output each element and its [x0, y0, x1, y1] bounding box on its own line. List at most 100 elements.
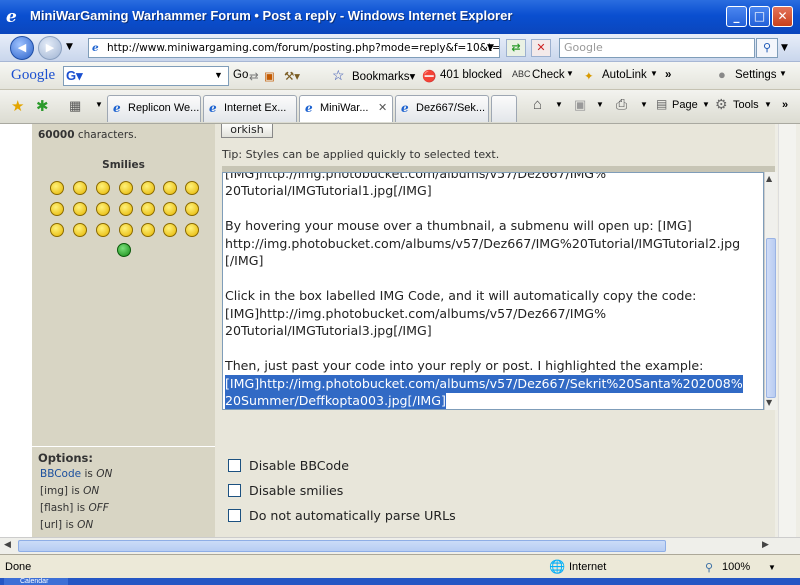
- commandbar-overflow-icon[interactable]: »: [782, 99, 788, 111]
- page-menu[interactable]: Page: [672, 99, 698, 111]
- feeds-dropdown-icon[interactable]: ▼: [596, 100, 604, 109]
- smiley-icon[interactable]: [119, 181, 133, 195]
- address-bar[interactable]: e http://www.miniwargaming.com/forum/pos…: [88, 38, 500, 58]
- option-is-word: is: [76, 502, 86, 514]
- smiley-icon[interactable]: [185, 181, 199, 195]
- maximize-button[interactable]: □: [749, 6, 770, 27]
- editor-scroll-thumb[interactable]: [766, 238, 776, 398]
- smiley-icon[interactable]: [185, 202, 199, 216]
- smiley-icon[interactable]: [163, 181, 177, 195]
- window-title: MiniWarGaming Warhammer Forum • Post a r…: [30, 8, 513, 23]
- message-textarea[interactable]: [IMG]http://img.photobucket.com/albums/v…: [222, 172, 764, 410]
- add-favorites-icon[interactable]: ✱: [36, 97, 49, 115]
- bookmarks-button[interactable]: Bookmarks▾: [352, 69, 415, 83]
- scroll-right-icon[interactable]: ▶: [762, 540, 769, 550]
- quick-tabs-icon[interactable]: ▦: [69, 98, 81, 114]
- taskbar-item-calendar[interactable]: Calendar: [4, 578, 68, 585]
- tools-menu[interactable]: Tools: [733, 99, 759, 111]
- new-tab-button[interactable]: [491, 95, 517, 122]
- smiley-icon[interactable]: [163, 223, 177, 237]
- font-button[interactable]: orkish: [221, 124, 273, 138]
- page-dropdown-icon[interactable]: ▼: [702, 100, 710, 109]
- smiley-icon[interactable]: [141, 202, 155, 216]
- tab-miniwargaming[interactable]: e MiniWar... ✕: [299, 95, 393, 122]
- smiley-icon[interactable]: [73, 181, 87, 195]
- scroll-down-icon[interactable]: ▼: [766, 398, 772, 407]
- tab-replicon[interactable]: e Replicon We...: [107, 95, 201, 122]
- minimize-button[interactable]: _: [726, 6, 747, 27]
- smiley-icon[interactable]: [119, 202, 133, 216]
- zoom-dropdown-icon[interactable]: ▼: [768, 563, 776, 572]
- smiley-icon[interactable]: [141, 181, 155, 195]
- zoom-level[interactable]: 100%: [722, 561, 750, 573]
- horizontal-scrollbar[interactable]: ◀ ▶: [0, 537, 800, 554]
- smiley-icon[interactable]: [50, 223, 64, 237]
- autolink-button[interactable]: AutoLink: [602, 69, 647, 81]
- smiley-icon[interactable]: [117, 243, 131, 257]
- smiley-icon[interactable]: [119, 223, 133, 237]
- smilies-grid: [32, 124, 215, 264]
- pagerank-icon[interactable]: ▣: [264, 69, 275, 83]
- google-search-dropdown-icon[interactable]: ▼: [214, 70, 223, 80]
- popup-blocked-count[interactable]: 401 blocked: [440, 69, 502, 81]
- smiley-icon[interactable]: [141, 223, 155, 237]
- gtoolbar-extra-icon[interactable]: ⚒▾: [284, 69, 300, 83]
- smiley-icon[interactable]: [96, 223, 110, 237]
- smiley-icon[interactable]: [96, 181, 110, 195]
- print-dropdown-icon[interactable]: ▼: [640, 100, 648, 109]
- google-go-button[interactable]: Go: [233, 69, 248, 81]
- settings-button[interactable]: Settings: [735, 69, 777, 81]
- smiley-icon[interactable]: [185, 223, 199, 237]
- forward-button[interactable]: ▶: [38, 36, 62, 60]
- back-button[interactable]: ◀: [10, 36, 34, 60]
- scroll-up-icon[interactable]: ▲: [766, 174, 772, 183]
- internet-zone-icon: 🌐: [549, 559, 566, 574]
- disable-bbcode-checkbox[interactable]: [228, 459, 241, 472]
- home-icon[interactable]: ⌂: [533, 96, 542, 113]
- star-icon[interactable]: ☆: [332, 67, 345, 84]
- bbcode-link[interactable]: BBCode: [40, 468, 81, 480]
- horizontal-scroll-thumb[interactable]: [18, 540, 666, 552]
- smiley-icon[interactable]: [73, 223, 87, 237]
- favorites-star-icon[interactable]: ★: [11, 97, 24, 115]
- smiley-icon[interactable]: [50, 202, 64, 216]
- search-options-icon[interactable]: ▼: [781, 43, 788, 53]
- feeds-icon[interactable]: ▣: [574, 97, 586, 113]
- check-dropdown-icon[interactable]: ▼: [566, 69, 574, 78]
- page-icon: e: [92, 42, 99, 54]
- tab-label: Replicon We...: [128, 102, 200, 114]
- styles-tip: Tip: Styles can be applied quickly to se…: [222, 148, 500, 161]
- check-button[interactable]: Check: [532, 69, 565, 81]
- disable-smilies-checkbox[interactable]: [228, 484, 241, 497]
- history-dropdown-icon[interactable]: ▼: [66, 42, 73, 52]
- scroll-left-icon[interactable]: ◀: [4, 540, 11, 550]
- smiley-icon[interactable]: [50, 181, 64, 195]
- home-dropdown-icon[interactable]: ▼: [555, 100, 563, 109]
- smiley-icon[interactable]: [96, 202, 110, 216]
- option-is-word: is: [71, 485, 80, 497]
- parse-urls-checkbox[interactable]: [228, 509, 241, 522]
- tab-dez667[interactable]: e Dez667/Sek...: [395, 95, 489, 122]
- search-icon[interactable]: ⚲: [756, 38, 778, 58]
- close-button[interactable]: ✕: [772, 6, 793, 27]
- tab-list-dropdown-icon[interactable]: ▼: [95, 100, 103, 109]
- page-scrollbar[interactable]: [775, 124, 800, 537]
- search-input[interactable]: Google: [559, 38, 755, 58]
- settings-dropdown-icon[interactable]: ▼: [779, 69, 787, 78]
- tab-close-icon[interactable]: ✕: [378, 101, 387, 114]
- tools-dropdown-icon[interactable]: ▼: [764, 100, 772, 109]
- google-search-input[interactable]: G▾ ▼: [63, 66, 229, 86]
- address-dropdown-icon[interactable]: ▼: [487, 43, 494, 53]
- autolink-dropdown-icon[interactable]: ▼: [650, 69, 658, 78]
- toolbar-overflow-icon[interactable]: »: [665, 69, 671, 81]
- navigation-bar: ◀ ▶ ▼ e http://www.miniwargaming.com/for…: [0, 34, 800, 62]
- toolbar-arrow-icon[interactable]: ⇄: [249, 69, 259, 83]
- stop-icon[interactable]: ✕: [531, 39, 551, 57]
- smiley-icon[interactable]: [73, 202, 87, 216]
- smiley-icon[interactable]: [163, 202, 177, 216]
- refresh-icon[interactable]: ⇄: [506, 39, 526, 57]
- option-state: ON: [96, 468, 113, 480]
- editor-scrollbar[interactable]: ▲ ▼: [764, 172, 777, 410]
- print-icon[interactable]: ⎙: [616, 96, 627, 113]
- tab-internet-explorer[interactable]: e Internet Ex...: [203, 95, 297, 122]
